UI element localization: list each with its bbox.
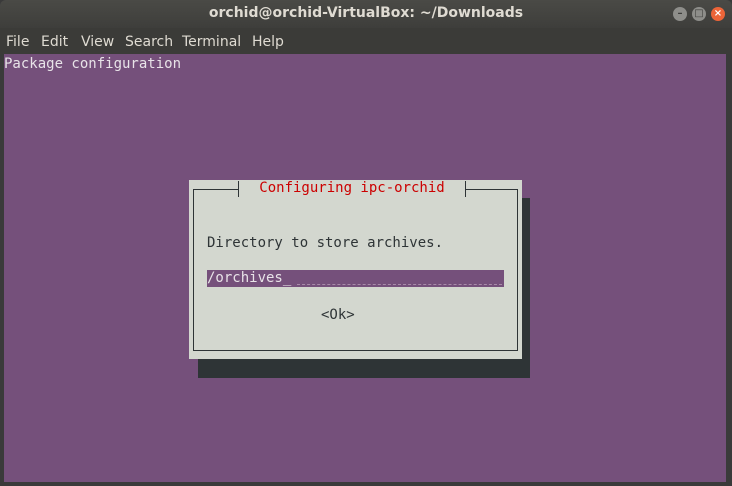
menu-help[interactable]: Help (252, 34, 284, 50)
dialog-title: Configuring ipc-orchid (259, 180, 445, 196)
minimize-icon[interactable]: – (673, 7, 687, 21)
menu-view[interactable]: View (81, 34, 114, 50)
directory-input[interactable]: /orchives_ (207, 270, 504, 287)
menu-file[interactable]: File (6, 34, 29, 50)
directory-input-value: /orchives_ (207, 270, 292, 286)
dialog-prompt: Directory to store archives. (207, 235, 444, 251)
title-bar[interactable]: orchid@orchid-VirtualBox: ~/Downloads – … (0, 0, 732, 28)
ok-button[interactable]: <Ok> (321, 307, 355, 323)
menu-edit[interactable]: Edit (41, 34, 68, 50)
input-fill-line (297, 284, 502, 285)
dialog-title-box: Configuring ipc-orchid (238, 180, 466, 198)
menu-search[interactable]: Search (125, 34, 173, 50)
terminal-area[interactable]: Package configuration Configuring ipc-or… (4, 54, 726, 482)
terminal-header-line: Package configuration (4, 56, 182, 72)
close-icon[interactable]: × (711, 7, 725, 21)
menu-terminal[interactable]: Terminal (182, 34, 241, 50)
config-dialog: Configuring ipc-orchid Directory to stor… (189, 180, 522, 359)
maximize-icon[interactable]: □ (692, 7, 706, 21)
window-title: orchid@orchid-VirtualBox: ~/Downloads (208, 5, 524, 21)
terminal-window: orchid@orchid-VirtualBox: ~/Downloads – … (0, 0, 732, 486)
menu-bar: File Edit View Search Terminal Help (0, 28, 732, 54)
